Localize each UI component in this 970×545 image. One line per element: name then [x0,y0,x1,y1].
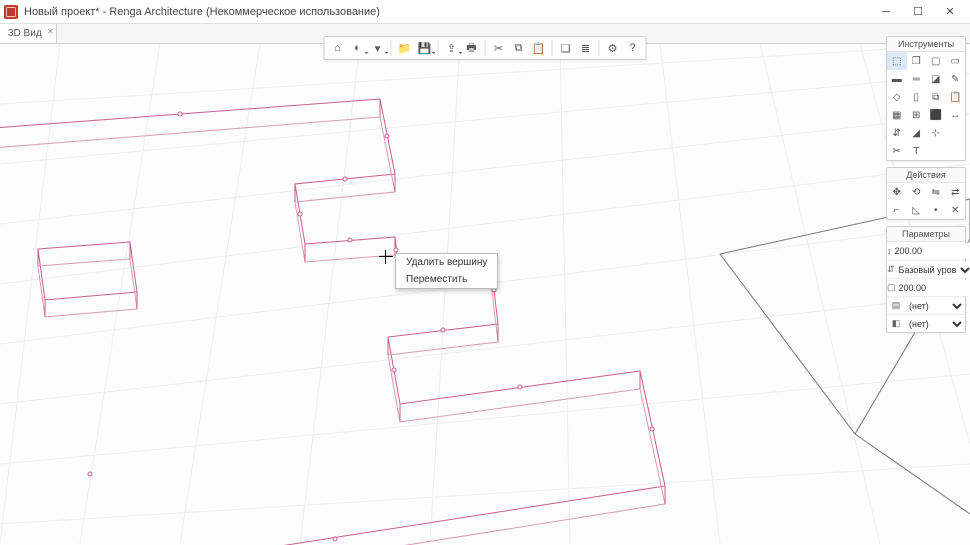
tools-panel: Инструменты ⬚❐▢▭ ▬═◪✎ ◇▯⧉📋 ▦⊞⬛↔ ⇵◢⊹ ✂T [886,36,966,161]
toggle-action-icon[interactable]: ⇄ [946,183,966,201]
close-button[interactable]: ✕ [934,1,966,23]
beam-tool-icon[interactable]: ═ [907,70,927,88]
app-logo-icon [4,5,18,19]
param-thickness-icon: ▢ [887,282,896,293]
params-panel: Параметры ↕мм⇵Базовый уров▢мм▤(нет)◧(нет… [886,226,966,333]
param-style-row: ◧(нет) [887,314,965,332]
tab-3d-view[interactable]: 3D Вид ✕ [0,24,57,43]
toolbar-separator [438,40,439,56]
home-icon[interactable]: ⌂ [329,39,347,57]
param-level-icon: ⇵ [887,264,895,275]
actions-panel-title: Действия [887,168,965,183]
maximize-button[interactable]: ☐ [902,1,934,23]
axis-tool-icon[interactable]: ⊹ [926,124,946,142]
window-tool-icon[interactable]: ⊞ [907,106,927,124]
paste-icon[interactable]: 📋 [530,39,548,57]
actions-panel: Действия ✥⟲⇋⇄ ⌐◺•✕ [886,167,966,220]
eraser-tool-icon[interactable]: ◪ [926,70,946,88]
settings-icon[interactable]: ⚙ [604,39,622,57]
blank-tool-3 [946,142,966,160]
param-thickness-row: ▢мм [887,278,965,296]
section-tool-icon[interactable]: ✂ [887,142,907,160]
viewport-canvas [0,44,970,545]
column-tool-icon[interactable]: ▭ [946,52,966,70]
rotate-action-icon[interactable]: ⟲ [907,183,927,201]
dimension-tool-icon[interactable]: ↔ [946,106,966,124]
toolbar-separator [485,40,486,56]
minimize-button[interactable]: ─ [870,1,902,23]
param-style-select[interactable]: (нет) [905,316,965,332]
door-tool-icon[interactable]: ▯ [907,88,927,106]
blank-tool-2 [926,142,946,160]
cut-icon[interactable]: ✂ [490,39,508,57]
context-menu: Удалить вершинуПереместить [395,253,498,289]
param-height-input[interactable] [892,243,970,259]
print-icon[interactable]: 🖶 [463,39,481,57]
toolbar-separator [391,40,392,56]
param-material-select[interactable]: (нет) [905,298,965,314]
viewport-3d[interactable] [0,44,970,545]
open-icon[interactable]: 📁 [396,39,414,57]
params-panel-title: Параметры [887,227,965,242]
slab-tool-icon[interactable]: ▬ [887,70,907,88]
toolbar-separator [552,40,553,56]
vis-icon[interactable]: ◐ [349,39,367,57]
stairs-tool-icon[interactable]: ⇵ [887,124,907,142]
room-tool-icon[interactable]: ⬛ [926,106,946,124]
context-menu-item[interactable]: Удалить вершину [396,254,497,271]
help-icon[interactable]: ? [624,39,642,57]
copy-icon[interactable]: ⧉ [510,39,528,57]
param-level-row: ⇵Базовый уров [887,260,965,278]
trim-action-icon[interactable]: ⌐ [887,201,907,219]
save-icon[interactable]: 💾 [416,39,434,57]
top-toolbar: ⌂◐▾ 📁💾 ⇪🖶 ✂⧉📋 ❏≣ ⚙? [324,36,647,60]
ramp-tool-icon[interactable]: ◢ [907,124,927,142]
param-level-select[interactable]: Базовый уров [895,262,970,278]
cube-tool-icon[interactable]: ❐ [907,52,927,70]
mirror-action-icon[interactable]: ⇋ [926,183,946,201]
roof-tool-icon[interactable]: ◇ [887,88,907,106]
dot-action-icon[interactable]: • [926,201,946,219]
window-title: Новый проект* - Renga Architecture (Неко… [24,6,380,18]
tab-close-icon[interactable]: ✕ [47,27,54,36]
copy-tool-icon[interactable]: ⧉ [926,88,946,106]
toolbar-separator [599,40,600,56]
move-action-icon[interactable]: ✥ [887,183,907,201]
layers-icon[interactable]: ≣ [577,39,595,57]
text-tool-icon[interactable]: T [907,142,927,160]
wall-tool-icon[interactable]: ▢ [926,52,946,70]
context-menu-item[interactable]: Переместить [396,271,497,288]
param-height-row: ↕мм [887,242,965,260]
grid-tool-icon[interactable]: ▦ [887,106,907,124]
paste-tool-icon[interactable]: 📋 [946,88,966,106]
select-tool-icon[interactable]: ⬚ [887,52,907,70]
param-style-icon: ◧ [887,318,905,329]
param-material-row: ▤(нет) [887,296,965,314]
blank-tool-1 [946,124,966,142]
group-icon[interactable]: ❏ [557,39,575,57]
tab-label: 3D Вид [8,28,42,39]
right-panels: Инструменты ⬚❐▢▭▬═◪✎◇▯⧉📋▦⊞⬛↔⇵◢⊹✂T Действ… [886,36,966,333]
delete-action-icon[interactable]: ✕ [946,201,966,219]
filter-icon[interactable]: ▾ [369,39,387,57]
edit-tool-icon[interactable]: ✎ [946,70,966,88]
param-material-icon: ▤ [887,300,905,311]
extend-action-icon[interactable]: ◺ [907,201,927,219]
param-thickness-input[interactable] [896,280,970,296]
titlebar: Новый проект* - Renga Architecture (Неко… [0,0,970,24]
export-icon[interactable]: ⇪ [443,39,461,57]
tools-panel-title: Инструменты [887,37,965,52]
